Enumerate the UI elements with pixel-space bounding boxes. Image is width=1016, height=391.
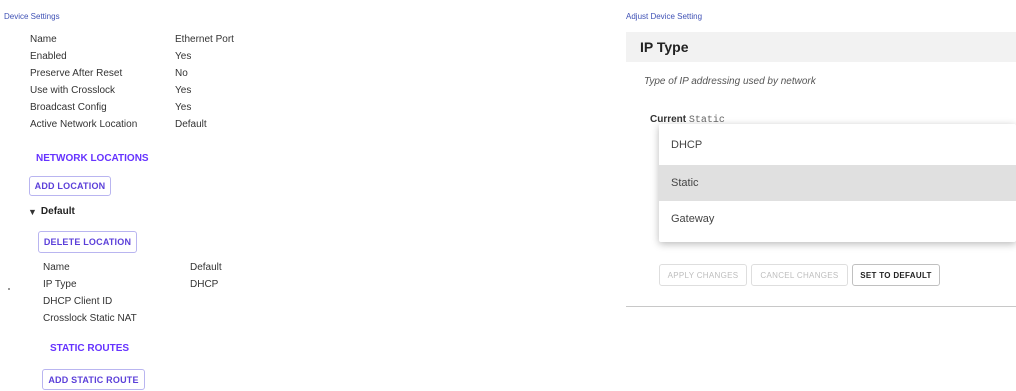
setting-row-active-location: Active Network Location Default	[30, 116, 234, 133]
option-label: Static	[671, 177, 699, 189]
option-label: Gateway	[671, 213, 715, 225]
location-value: Default	[190, 262, 222, 273]
location-label: Name	[43, 262, 70, 273]
option-static[interactable]: Static	[659, 165, 1016, 201]
location-label: DHCP Client ID	[43, 296, 113, 307]
location-row-dhcp-client-id: DHCP Client ID	[43, 293, 222, 310]
triangle-down-icon[interactable]: ▼	[28, 207, 37, 217]
set-to-default-button[interactable]: SET TO DEFAULT	[852, 264, 940, 286]
setting-header: IP Type	[626, 32, 1016, 62]
network-locations-heading: NETWORK LOCATIONS	[36, 153, 149, 164]
setting-label: Name	[30, 34, 57, 45]
setting-row-name: Name Ethernet Port	[30, 31, 234, 48]
location-row-name: Name Default	[43, 259, 222, 276]
adjust-setting-title: Adjust Device Setting	[626, 12, 703, 21]
setting-name: IP Type	[640, 39, 689, 55]
setting-label: Preserve After Reset	[30, 68, 123, 79]
ip-type-dropdown-menu: DHCP Static Gateway	[659, 124, 1016, 242]
cancel-changes-button[interactable]: CANCEL CHANGES	[751, 264, 848, 286]
location-label: IP Type	[43, 279, 77, 290]
setting-row-enabled: Enabled Yes	[30, 48, 234, 65]
option-dhcp[interactable]: DHCP	[659, 127, 1016, 163]
delete-location-button[interactable]: DELETE LOCATION	[38, 231, 137, 253]
setting-label: Use with Crosslock	[30, 85, 116, 96]
option-gateway[interactable]: Gateway	[659, 201, 1016, 237]
setting-label: Active Network Location	[30, 119, 138, 130]
device-settings-list: Name Ethernet Port Enabled Yes Preserve Af…	[30, 31, 234, 133]
setting-row-crosslock: Use with Crosslock Yes	[30, 82, 234, 99]
setting-row-preserve: Preserve After Reset No	[30, 65, 234, 82]
option-label: DHCP	[671, 139, 703, 151]
setting-value: Yes	[175, 51, 192, 62]
setting-value: Default	[175, 119, 207, 130]
setting-value: Ethernet Port	[175, 34, 234, 45]
location-row-static-nat: Crosslock Static NAT	[43, 310, 222, 327]
add-static-route-button[interactable]: ADD STATIC ROUTE	[42, 369, 145, 390]
tree-node-default[interactable]: ▼ Default	[28, 206, 75, 217]
location-row-ip-type: IP Type DHCP	[43, 276, 222, 293]
setting-label: Enabled	[30, 51, 67, 62]
static-routes-heading: STATIC ROUTES	[50, 343, 130, 354]
add-location-button[interactable]: ADD LOCATION	[29, 176, 111, 196]
setting-label: Broadcast Config	[30, 102, 107, 113]
setting-value: Yes	[175, 102, 192, 113]
setting-value: Yes	[175, 85, 192, 96]
setting-row-broadcast: Broadcast Config Yes	[30, 99, 234, 116]
tree-node-label: Default	[40, 206, 75, 217]
device-settings-title: Device Settings	[4, 12, 60, 21]
setting-value: No	[175, 68, 188, 79]
location-settings-list: Name Default IP Type DHCP DHCP Client ID C…	[43, 259, 222, 327]
divider-dot	[8, 288, 10, 290]
setting-description: Type of IP addressing used by network	[644, 76, 816, 87]
apply-changes-button[interactable]: APPLY CHANGES	[659, 264, 747, 286]
location-label: Crosslock Static NAT	[43, 313, 137, 324]
location-value: DHCP	[190, 279, 219, 290]
